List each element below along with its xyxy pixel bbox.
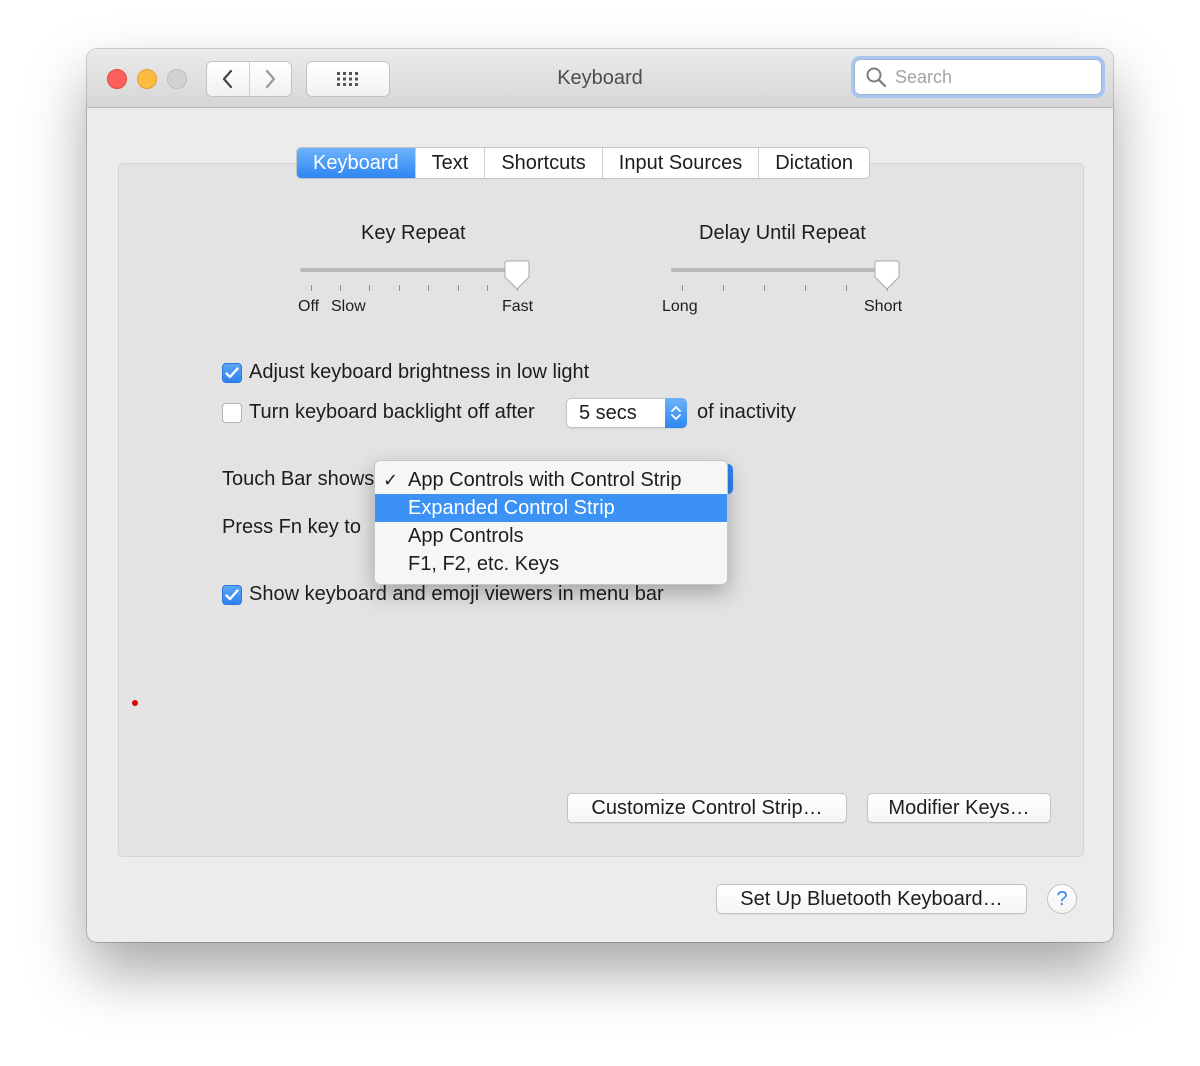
touch-bar-shows-label: Touch Bar shows bbox=[222, 468, 375, 490]
slider-tick bbox=[487, 285, 488, 291]
checkmark-icon: ✓ bbox=[383, 470, 399, 490]
slider-tick bbox=[428, 285, 429, 291]
delay-until-repeat-thumb[interactable] bbox=[874, 260, 900, 290]
search-input[interactable] bbox=[893, 65, 1097, 89]
slider-tick bbox=[340, 285, 341, 291]
delay-label-long: Long bbox=[662, 298, 698, 315]
search-field[interactable] bbox=[854, 59, 1102, 95]
menu-item-app-controls-with-control-strip[interactable]: ✓ App Controls with Control Strip bbox=[375, 466, 727, 494]
checkmark-icon bbox=[225, 589, 239, 601]
slider-tick bbox=[399, 285, 400, 291]
tab-keyboard[interactable]: Keyboard bbox=[297, 148, 415, 178]
help-button[interactable]: ? bbox=[1047, 884, 1077, 914]
customize-control-strip-button[interactable]: Customize Control Strip… bbox=[567, 793, 847, 823]
backlight-off-label: Turn keyboard backlight off after bbox=[249, 401, 535, 423]
delay-until-repeat-track[interactable] bbox=[671, 268, 893, 272]
tab-text[interactable]: Text bbox=[414, 148, 485, 178]
adjust-brightness-checkbox[interactable] bbox=[222, 363, 242, 383]
press-fn-label: Press Fn key to bbox=[222, 516, 361, 538]
key-repeat-title: Key Repeat bbox=[361, 222, 466, 244]
tab-dictation[interactable]: Dictation bbox=[758, 148, 869, 178]
updown-arrows-icon bbox=[665, 398, 687, 428]
key-repeat-label-fast: Fast bbox=[502, 298, 534, 315]
slider-tick bbox=[311, 285, 312, 291]
menu-item-app-controls[interactable]: App Controls bbox=[375, 522, 727, 550]
title-bar: Keyboard bbox=[87, 49, 1113, 108]
slider-tick bbox=[764, 285, 765, 291]
slider-tick bbox=[805, 285, 806, 291]
slider-tick bbox=[846, 285, 847, 291]
delay-label-short: Short bbox=[864, 298, 903, 315]
menu-item-expanded-control-strip[interactable]: Expanded Control Strip bbox=[375, 494, 727, 522]
cursor-dot bbox=[132, 700, 138, 706]
adjust-brightness-label: Adjust keyboard brightness in low light bbox=[249, 361, 590, 383]
key-repeat-thumb[interactable] bbox=[504, 260, 530, 290]
show-viewers-label: Show keyboard and emoji viewers in menu … bbox=[249, 583, 664, 605]
setup-bluetooth-keyboard-button[interactable]: Set Up Bluetooth Keyboard… bbox=[716, 884, 1027, 914]
backlight-timeout-value: 5 secs bbox=[579, 402, 637, 424]
checkmark-icon bbox=[225, 367, 239, 379]
touch-bar-shows-menu: ✓ App Controls with Control Strip Expand… bbox=[374, 460, 728, 585]
backlight-off-suffix: of inactivity bbox=[697, 401, 796, 423]
slider-tick bbox=[723, 285, 724, 291]
backlight-off-checkbox[interactable] bbox=[222, 403, 242, 423]
show-viewers-checkbox[interactable] bbox=[222, 585, 242, 605]
search-icon bbox=[866, 67, 887, 88]
backlight-timeout-popup[interactable]: 5 secs bbox=[566, 398, 687, 428]
slider-tick bbox=[458, 285, 459, 291]
key-repeat-label-slow: Slow bbox=[331, 298, 366, 315]
tab-bar: Keyboard Text Shortcuts Input Sources Di… bbox=[296, 147, 871, 179]
key-repeat-track[interactable] bbox=[300, 268, 522, 272]
menu-item-f-keys[interactable]: F1, F2, etc. Keys bbox=[375, 550, 727, 578]
key-repeat-label-off: Off bbox=[298, 298, 320, 315]
modifier-keys-button[interactable]: Modifier Keys… bbox=[867, 793, 1051, 823]
tab-input-sources[interactable]: Input Sources bbox=[601, 148, 758, 178]
slider-tick bbox=[682, 285, 683, 291]
delay-until-repeat-title: Delay Until Repeat bbox=[699, 222, 866, 244]
slider-tick bbox=[369, 285, 370, 291]
tab-shortcuts[interactable]: Shortcuts bbox=[484, 148, 601, 178]
